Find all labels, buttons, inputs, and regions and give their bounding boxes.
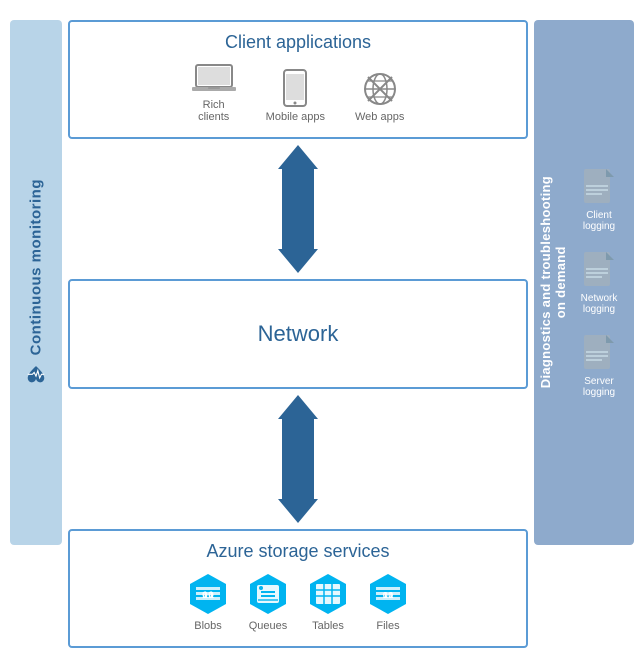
arrow-up-down [68,139,528,279]
arrow-down-head-2 [278,499,318,523]
logging-items: Clientlogging Networklogging [581,167,618,398]
network-logging-item: Networklogging [581,250,618,315]
client-apps-title: Client applications [82,32,514,53]
rich-clients-label: Richclients [198,99,229,123]
diagnostics-label: Diagnostics and troubleshootingon demand [538,176,568,388]
queues-label: Queues [249,620,288,632]
mobile-apps-group: Mobile apps [266,69,325,123]
arrow-shaft-2 [282,419,314,499]
double-arrow [278,145,318,273]
client-logging-label: Clientlogging [583,210,615,232]
network-logging-label: Networklogging [581,293,618,315]
azure-icons: 1001 Blobs [82,572,514,632]
rich-clients-group: Richclients [192,63,236,123]
files-group: 1001 Files [366,572,410,632]
arrow-up-down-2 [68,389,528,529]
azure-box: Azure storage services 1001 Blobs [68,529,528,648]
main-container: Continuous monitoring Client application… [0,0,644,565]
globe-icon [362,71,398,107]
network-title: Network [258,321,339,347]
client-logging-item: Clientlogging [582,167,616,232]
arrow-shaft [282,169,314,249]
client-logging-icon [582,167,616,207]
client-apps-box: Client applications Richclients [68,20,528,139]
arrow-down-head [278,249,318,273]
laptop-icon [192,63,236,95]
client-apps-icons: Richclients Mobile apps [82,63,514,123]
tables-group: Tables [306,572,350,632]
double-arrow-2 [278,395,318,523]
blobs-label: Blobs [194,620,222,632]
network-logging-icon [582,250,616,290]
arrow-up-head-2 [278,395,318,419]
server-logging-icon [582,333,616,373]
heart-icon [25,364,47,386]
left-sidebar: Continuous monitoring [10,20,62,545]
arrow-up-head [278,145,318,169]
continuous-monitoring-label: Continuous monitoring [25,179,47,385]
queues-group: Queues [246,572,290,632]
azure-title: Azure storage services [82,541,514,562]
tables-label: Tables [312,620,344,632]
mobile-icon [282,69,308,107]
server-logging-item: Serverlogging [582,333,616,398]
center-content: Client applications Richclients [68,20,528,545]
files-label: Files [376,620,399,632]
tables-icon [306,572,350,616]
right-sidebar: Diagnostics and troubleshootingon demand… [534,20,634,545]
right-text-wrapper: Diagnostics and troubleshootingon demand [534,20,572,545]
web-apps-group: Web apps [355,71,404,123]
mobile-apps-label: Mobile apps [266,111,325,123]
network-box: Network [68,279,528,389]
web-apps-label: Web apps [355,111,404,123]
files-icon: 1001 [366,572,410,616]
blobs-icon: 1001 [186,572,230,616]
blobs-group: 1001 Blobs [186,572,230,632]
server-logging-label: Serverlogging [583,376,615,398]
queues-icon [246,572,290,616]
